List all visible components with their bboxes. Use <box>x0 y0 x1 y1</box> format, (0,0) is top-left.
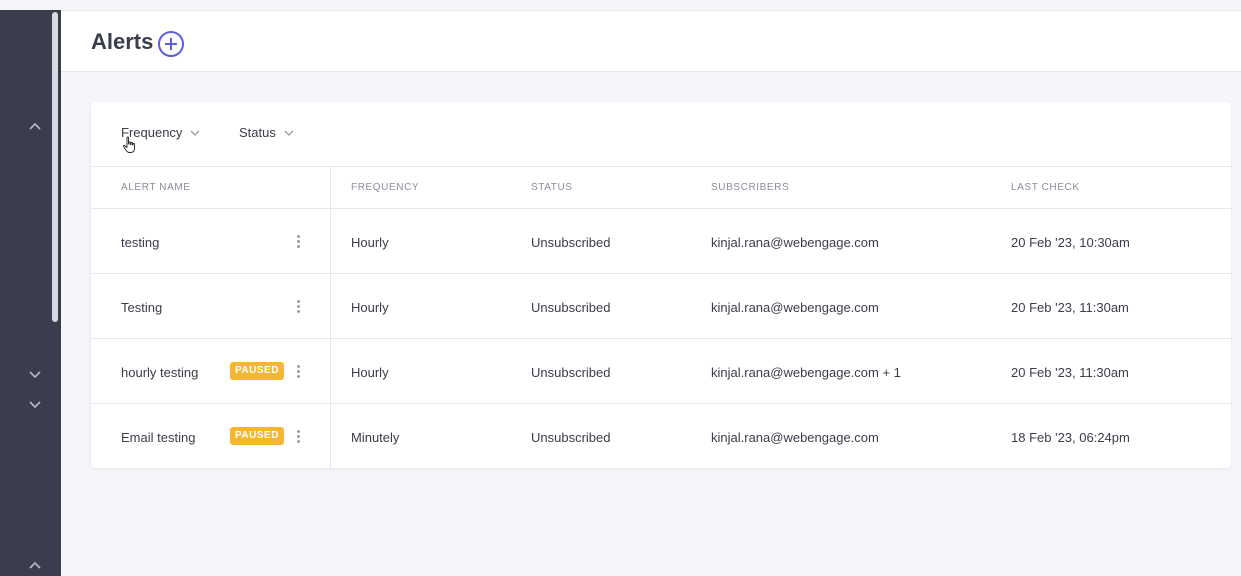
chevron-up-icon[interactable] <box>28 559 42 573</box>
alert-name[interactable]: testing <box>121 235 159 250</box>
alert-frequency: Minutely <box>351 430 400 445</box>
alert-name[interactable]: Testing <box>121 300 162 315</box>
hand-cursor-icon <box>123 136 135 153</box>
alert-subscribers: kinjal.rana@webengage.com <box>711 300 879 315</box>
alert-frequency: Hourly <box>351 365 389 380</box>
kebab-menu-icon[interactable] <box>295 428 301 446</box>
kebab-menu-icon[interactable] <box>295 363 301 381</box>
chevron-up-icon[interactable] <box>28 120 42 134</box>
table-row[interactable]: Email testing PAUSED Minutely Unsubscrib… <box>91 404 1231 469</box>
status-filter-label: Status <box>239 125 276 140</box>
plus-icon <box>165 38 177 50</box>
alerts-card: Frequency Status ALERT NAME FREQUENCY ST… <box>91 102 1231 468</box>
alert-name[interactable]: hourly testing <box>121 365 198 380</box>
alert-subscribers: kinjal.rana@webengage.com <box>711 430 879 445</box>
table-row[interactable]: Testing Hourly Unsubscribed kinjal.rana@… <box>91 274 1231 339</box>
kebab-menu-icon[interactable] <box>295 298 301 316</box>
table-row[interactable]: testing Hourly Unsubscribed kinjal.rana@… <box>91 209 1231 274</box>
sidebar-scrollbar[interactable] <box>52 12 58 322</box>
alert-status: Unsubscribed <box>531 365 611 380</box>
alert-last-check: 20 Feb '23, 11:30am <box>1011 365 1129 380</box>
chevron-down-icon <box>284 128 294 138</box>
alert-name[interactable]: Email testing <box>121 430 195 445</box>
alert-last-check: 18 Feb '23, 06:24pm <box>1011 430 1130 445</box>
alert-subscribers: kinjal.rana@webengage.com <box>711 235 879 250</box>
chevron-down-icon[interactable] <box>28 397 42 411</box>
chevron-down-icon <box>190 128 200 138</box>
alert-frequency: Hourly <box>351 235 389 250</box>
alert-last-check: 20 Feb '23, 11:30am <box>1011 300 1129 315</box>
page-title: Alerts <box>91 29 154 54</box>
alert-last-check: 20 Feb '23, 10:30am <box>1011 235 1130 250</box>
add-alert-button[interactable] <box>158 31 184 57</box>
column-header-last-check[interactable]: LAST CHECK <box>1011 182 1080 193</box>
paused-badge: PAUSED <box>230 427 284 445</box>
column-header-status[interactable]: STATUS <box>531 182 573 193</box>
kebab-menu-icon[interactable] <box>295 233 301 251</box>
alert-frequency: Hourly <box>351 300 389 315</box>
column-header-subscribers[interactable]: SUBSCRIBERS <box>711 182 789 193</box>
alert-status: Unsubscribed <box>531 300 611 315</box>
alert-subscribers: kinjal.rana@webengage.com + 1 <box>711 365 901 380</box>
filter-bar: Frequency Status <box>91 102 1231 167</box>
alert-status: Unsubscribed <box>531 430 611 445</box>
alert-status: Unsubscribed <box>531 235 611 250</box>
table-row[interactable]: hourly testing PAUSED Hourly Unsubscribe… <box>91 339 1231 404</box>
column-header-alert-name[interactable]: ALERT NAME <box>121 182 191 193</box>
paused-badge: PAUSED <box>230 362 284 380</box>
chevron-down-icon[interactable] <box>28 367 42 381</box>
column-header-frequency[interactable]: FREQUENCY <box>351 182 419 193</box>
sidebar <box>0 10 61 576</box>
status-filter[interactable]: Status <box>239 125 294 140</box>
page-header: Alerts <box>61 10 1241 72</box>
